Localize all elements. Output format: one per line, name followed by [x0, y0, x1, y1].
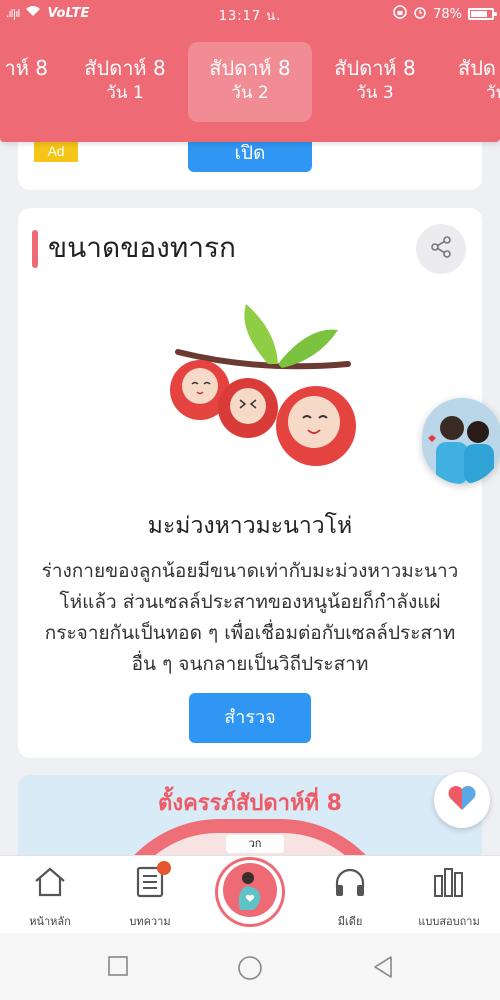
- preview-title: ตั้งครรภ์สัปดาห์ที่ 8: [158, 791, 342, 816]
- tab-week8-day3[interactable]: สัปดาห์ 8 วัน 3: [313, 42, 437, 122]
- fruit-illustration: [170, 304, 356, 466]
- nav-questionnaire-label: แบบสอบถาม: [418, 915, 480, 928]
- nav-media[interactable]: มีเดีย: [305, 866, 395, 930]
- favorite-button[interactable]: [434, 772, 490, 828]
- tab-week-label: สัปด: [458, 56, 496, 80]
- nav-articles[interactable]: บทความ: [105, 861, 195, 930]
- recent-apps-button[interactable]: [107, 955, 129, 981]
- bottom-navigation: หน้าหลัก บทความ มีเดีย แบบสอบถาม: [0, 855, 500, 933]
- tab-day-label: วัน 3: [356, 83, 394, 103]
- fruit-description: ร่างกายของลูกน้อยมีขนาดเท่ากับมะม่วงหาวม…: [41, 560, 459, 675]
- share-button[interactable]: [416, 224, 466, 274]
- system-navigation-bar: [0, 933, 500, 1000]
- home-icon: [33, 866, 67, 902]
- bar-chart-icon: [432, 866, 466, 902]
- lock-icon: [393, 5, 407, 23]
- tab-week-label: าห์ 8: [4, 56, 49, 80]
- nav-home[interactable]: หน้าหลัก: [5, 866, 95, 930]
- article-icon: [135, 861, 171, 903]
- tab-week8-day4[interactable]: สัปด วัน: [438, 42, 500, 122]
- tab-week-prev[interactable]: าห์ 8: [0, 42, 62, 122]
- floating-avatar[interactable]: [422, 398, 500, 484]
- title-accent-bar: [32, 230, 38, 268]
- week-day-tabs: าห์ 8 สัปดาห์ 8 วัน 1 สัปดาห์ 8 วัน 2 สั…: [0, 36, 500, 126]
- status-bar: .ıl|ıl VoLTE 13:17 น. 78%: [0, 0, 500, 28]
- preview-tag: วก: [226, 835, 284, 853]
- heart-icon: [447, 784, 477, 816]
- tab-day-label: วัน: [486, 83, 500, 103]
- tab-week8-day2[interactable]: สัปดาห์ 8 วัน 2: [188, 42, 312, 122]
- baby-size-card: ขนาดของทารก มะม่วงหาวมะนาวโห่ ร่างกายของ…: [18, 208, 482, 758]
- alarm-icon: [413, 5, 427, 23]
- share-icon: [429, 235, 453, 263]
- avatar-photo: [422, 398, 500, 484]
- tab-week-label: สัปดาห์ 8: [209, 56, 291, 80]
- nav-media-label: มีเดีย: [337, 915, 363, 928]
- pregnancy-icon: [222, 862, 278, 922]
- ad-badge: Ad: [34, 140, 78, 162]
- battery-percent: 78%: [433, 6, 462, 22]
- tab-week8-day1[interactable]: สัปดาห์ 8 วัน 1: [63, 42, 187, 122]
- tab-day-label: วัน 2: [231, 83, 269, 103]
- fruit-name: มะม่วงหาวมะนาวโห่: [147, 513, 353, 539]
- home-system-button[interactable]: [237, 955, 263, 985]
- back-system-button[interactable]: [372, 955, 394, 983]
- tab-day-label: วัน 1: [106, 83, 144, 103]
- card-title: ขนาดของทารก: [48, 231, 236, 264]
- notification-dot: [157, 861, 171, 875]
- headphones-icon: [333, 866, 367, 902]
- tab-week-label: สัปดาห์ 8: [84, 56, 166, 80]
- battery-icon: [468, 8, 497, 20]
- explore-button[interactable]: สำรวจ: [189, 693, 311, 743]
- nav-pregnancy-center[interactable]: [218, 860, 282, 924]
- nav-home-label: หน้าหลัก: [29, 915, 71, 928]
- tab-week-label: สัปดาห์ 8: [334, 56, 416, 80]
- app-header: .ıl|ıl VoLTE 13:17 น. 78% าห์ 8 สัปดาห์ …: [0, 0, 500, 142]
- nav-questionnaire[interactable]: แบบสอบถาม: [404, 866, 494, 930]
- nav-articles-label: บทความ: [129, 915, 171, 928]
